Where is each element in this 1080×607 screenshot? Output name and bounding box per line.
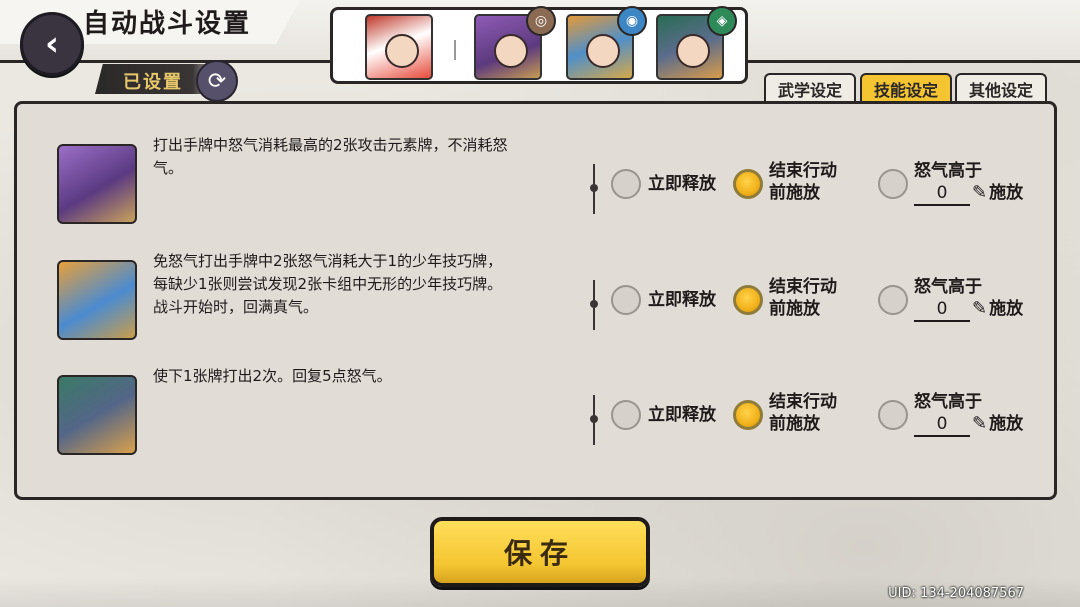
skill-row: 打出手牌中怒气消耗最高的2张攻击元素牌，不消耗怒 气。 立即释放 结束行动 前施…	[17, 128, 1054, 238]
skill-row: 使下1张牌打出2次。回复5点怒气。 立即释放 结束行动 前施放 怒气高于 0 ✎ 施…	[17, 359, 1054, 469]
status-label: 已设置	[123, 72, 183, 93]
brush-icon[interactable]: ✎	[972, 413, 987, 435]
row-divider	[590, 395, 598, 445]
skill-icon	[57, 144, 137, 224]
wind-icon: ◈	[707, 6, 737, 36]
option-immediate-label: 立即释放	[648, 290, 716, 310]
tab-skill[interactable]: 技能设定	[860, 73, 952, 103]
radio-immediate[interactable]	[611, 400, 641, 430]
uid-label: UID: 134-204087567	[888, 586, 1024, 601]
threshold-prefix: 怒气高于	[914, 277, 982, 297]
brush-icon[interactable]: ✎	[972, 298, 987, 320]
row-divider	[590, 280, 598, 330]
radio-immediate[interactable]	[611, 285, 641, 315]
skill-description: 使下1张牌打出2次。回复5点怒气。	[153, 367, 392, 385]
option-threshold-label: 怒气高于 0 ✎ 施放	[914, 160, 1054, 206]
main-character-portrait[interactable]	[365, 14, 433, 80]
water-icon: ◉	[617, 6, 647, 36]
refresh-button[interactable]: ⟳	[196, 60, 238, 102]
threshold-input[interactable]: 0	[914, 413, 970, 437]
threshold-input[interactable]: 0	[914, 182, 970, 206]
option-threshold-label: 怒气高于 0 ✎ 施放	[914, 276, 1054, 322]
threshold-suffix: 施放	[989, 414, 1024, 434]
radio-end-turn[interactable]	[733, 169, 763, 199]
radio-threshold[interactable]	[878, 400, 908, 430]
option-threshold-label: 怒气高于 0 ✎ 施放	[914, 391, 1054, 437]
row-divider	[590, 164, 598, 214]
option-end-turn-label: 结束行动 前施放	[769, 392, 837, 434]
threshold-prefix: 怒气高于	[914, 161, 982, 181]
brush-icon[interactable]: ✎	[972, 182, 987, 204]
back-button[interactable]: ‹	[20, 12, 84, 76]
option-end-turn-label: 结束行动 前施放	[769, 161, 837, 203]
threshold-prefix: 怒气高于	[914, 392, 982, 412]
character-portraits: ◎ ◉ ◈	[330, 6, 748, 84]
threshold-suffix: 施放	[989, 299, 1024, 319]
threshold-input[interactable]: 0	[914, 298, 970, 322]
skill-icon	[57, 375, 137, 455]
skill-description: 免怒气打出手牌中2张怒气消耗大于1的少年技巧牌， 每缺少1张则尝试发现2张卡组中…	[153, 252, 503, 316]
page-title: 自动战斗设置	[83, 9, 252, 39]
threshold-suffix: 施放	[989, 183, 1024, 203]
radio-end-turn[interactable]	[733, 400, 763, 430]
back-arrow-icon: ‹	[44, 24, 59, 64]
option-immediate-label: 立即释放	[648, 174, 716, 194]
option-end-turn-label: 结束行动 前施放	[769, 277, 837, 319]
skill-icon	[57, 260, 137, 340]
tab-martial[interactable]: 武学设定	[764, 73, 856, 103]
tab-other[interactable]: 其他设定	[955, 73, 1047, 103]
earth-icon: ◎	[526, 6, 556, 36]
radio-threshold[interactable]	[878, 285, 908, 315]
skill-row: 免怒气打出手牌中2张怒气消耗大于1的少年技巧牌， 每缺少1张则尝试发现2张卡组中…	[17, 244, 1054, 354]
radio-immediate[interactable]	[611, 169, 641, 199]
portrait-divider	[454, 40, 456, 60]
radio-end-turn[interactable]	[733, 285, 763, 315]
option-immediate-label: 立即释放	[648, 405, 716, 425]
skill-settings-panel: 打出手牌中怒气消耗最高的2张攻击元素牌，不消耗怒 气。 立即释放 结束行动 前施…	[14, 101, 1057, 500]
skill-description: 打出手牌中怒气消耗最高的2张攻击元素牌，不消耗怒 气。	[153, 136, 508, 177]
radio-threshold[interactable]	[878, 169, 908, 199]
refresh-icon: ⟳	[207, 68, 227, 94]
